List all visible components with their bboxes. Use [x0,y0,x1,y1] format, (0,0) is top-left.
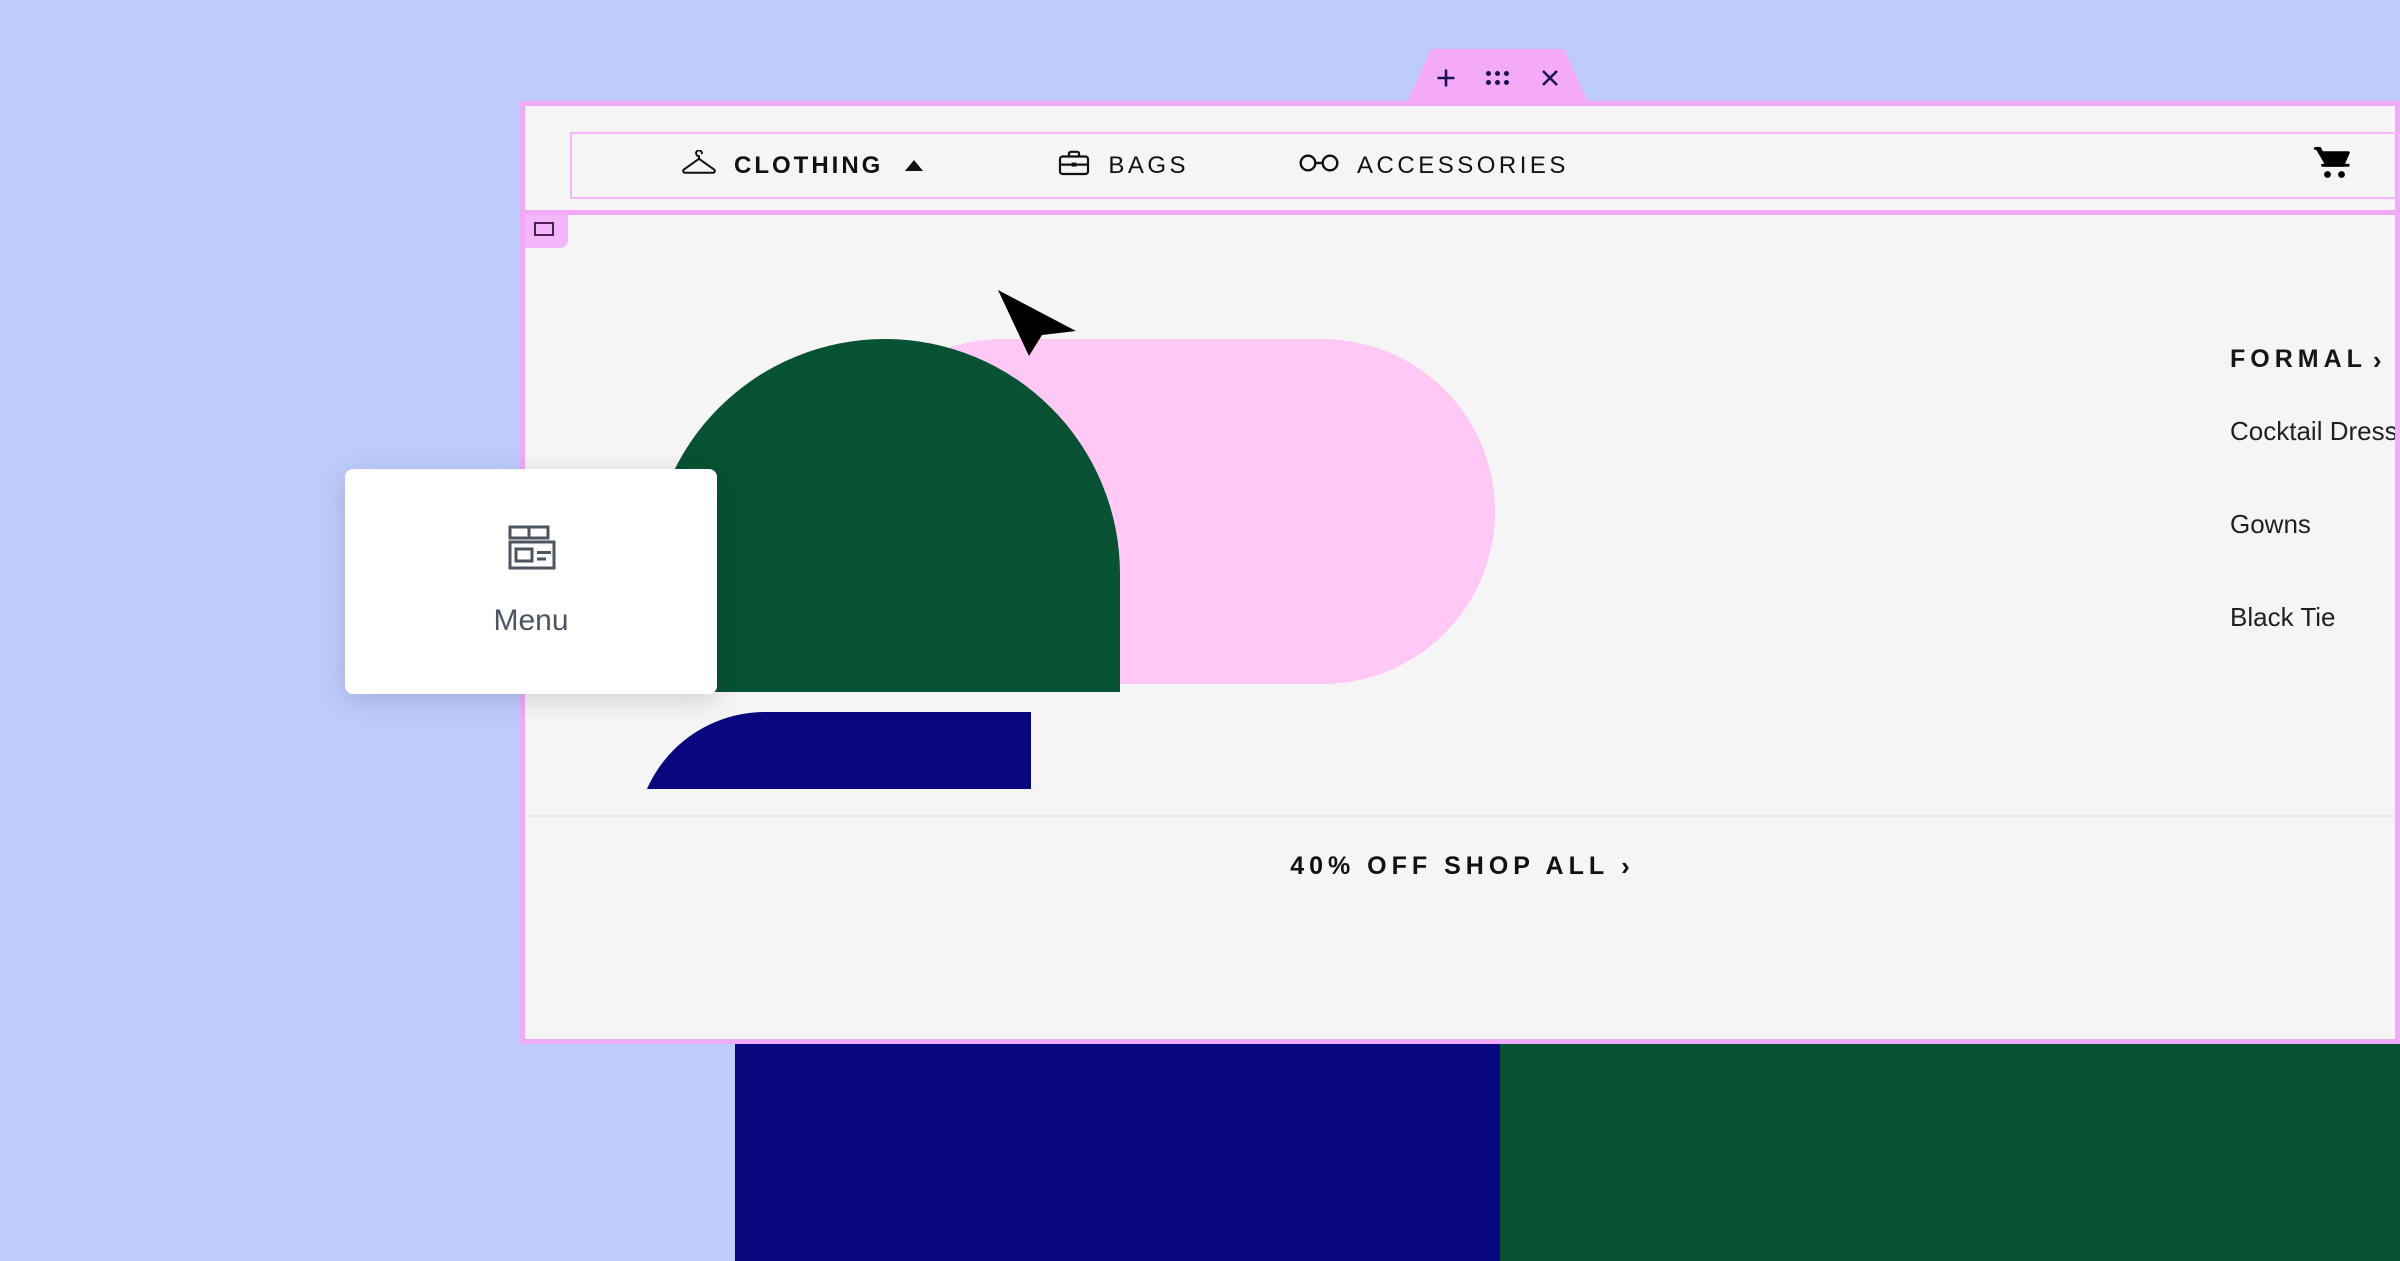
site-nav: CLOTHING BAGS ACCESSORIES [570,132,2400,199]
menu-layout-icon [499,525,563,578]
nav-item-bags[interactable]: BAGS [1058,149,1189,182]
plus-icon[interactable] [1433,65,1459,91]
promo-label: 40% OFF SHOP ALL [1290,851,1610,880]
nav-item-clothing-label: CLOTHING [734,151,884,179]
menu-column-formal: FORMAL › Cocktail Dresses Gowns Black Ti… [2230,345,2395,633]
grid-dots-icon[interactable] [1485,65,1511,91]
chevron-right-icon: › [1621,851,1630,881]
backdrop-blue-block [735,1043,1515,1261]
column-heading-formal[interactable]: FORMAL › [2230,345,2395,374]
glasses-icon [1299,152,1339,179]
backdrop-green-block [1500,1043,2400,1261]
nav-item-accessories-label: ACCESSORIES [1357,151,1569,179]
chevron-right-icon: › [2372,344,2382,375]
window-tab-handle[interactable] [1405,49,1590,107]
clothing-dropdown-panel: FORMAL › Cocktail Dresses Gowns Black Ti… [525,210,2395,910]
hero-quarter-shape [636,712,1031,789]
window-frame-icon[interactable] [525,215,568,248]
menu-tooltip-card[interactable]: Menu [345,469,717,694]
caret-up-icon [905,160,924,171]
nav-item-clothing[interactable]: CLOTHING [682,149,924,181]
menu-link[interactable]: Gowns [2230,509,2395,540]
menu-columns: FORMAL › Cocktail Dresses Gowns Black Ti… [2230,345,2395,633]
menu-link[interactable]: Black Tie [2230,602,2395,633]
menu-tooltip-label: Menu [493,604,569,637]
menu-link[interactable]: Cocktail Dresses [2230,416,2395,447]
nav-item-bags-label: BAGS [1108,151,1190,179]
promo-bar: 40% OFF SHOP ALL › [525,815,2395,910]
window-glyph [534,222,554,236]
column-heading-formal-label: FORMAL [2230,345,2367,373]
nav-item-accessories[interactable]: ACCESSORIES [1299,152,1569,180]
promo-shop-all-link[interactable]: 40% OFF SHOP ALL › [1290,852,1630,881]
nav-bar-region: CLOTHING BAGS ACCESSORIES [525,106,2400,210]
hanger-icon [682,149,716,181]
browser-window: CLOTHING BAGS ACCESSORIES FORMAL › Cockt… [520,49,2400,1044]
hero-artwork [590,339,1495,789]
briefcase-icon [1058,149,1090,182]
cart-button[interactable] [2313,145,2398,186]
close-icon[interactable] [1537,65,1563,91]
shopping-cart-icon [2313,145,2353,186]
